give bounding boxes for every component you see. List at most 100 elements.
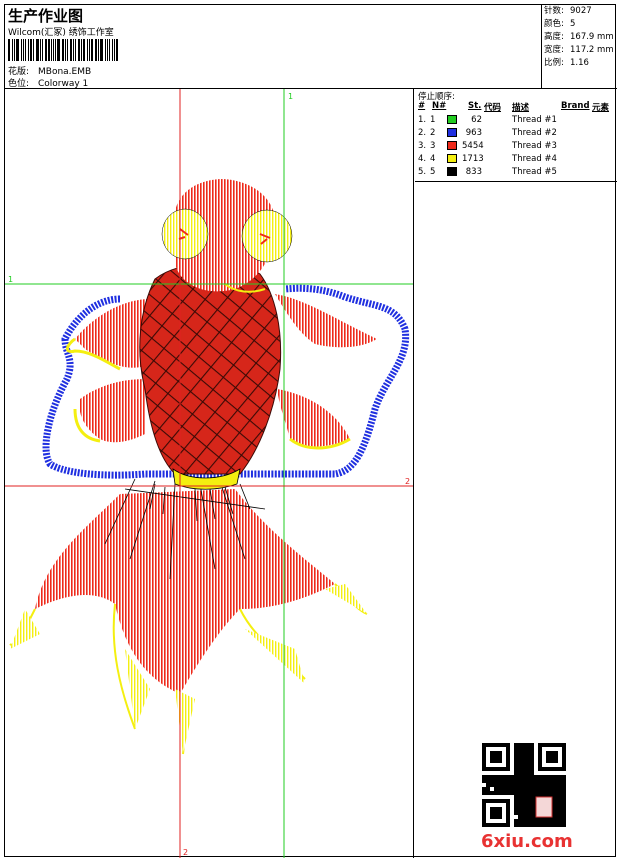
row-n: 1 — [430, 115, 436, 125]
qr-module — [534, 787, 538, 791]
qr-module — [490, 751, 494, 755]
qr-module — [518, 743, 522, 747]
barcode-bar — [99, 39, 103, 61]
qr-module — [486, 743, 490, 747]
stop-sequence-table: 停止顺序: # N# St. 代码 描述 Brand 元素 1. 1 62 Threa… — [415, 89, 617, 182]
qr-module — [498, 751, 502, 755]
col-code: 代码 — [484, 103, 502, 113]
qr-module — [526, 799, 530, 803]
row-n: 2 — [430, 128, 436, 138]
qr-module — [514, 759, 518, 763]
qr-module — [498, 779, 502, 783]
qr-module — [546, 759, 550, 763]
stat-label: 针数: — [544, 6, 564, 16]
qr-module — [494, 787, 498, 791]
stat-label: 颜色: — [544, 19, 564, 29]
qr-module — [542, 767, 546, 771]
qr-module — [506, 755, 510, 759]
qr-module — [502, 783, 506, 787]
col-desc: 描述 — [512, 103, 530, 113]
qr-module — [482, 755, 486, 759]
qr-module — [538, 763, 542, 767]
qr-module — [502, 823, 506, 827]
barcode-bar — [97, 39, 99, 61]
qr-module — [514, 799, 518, 803]
qr-module — [518, 783, 522, 787]
qr-module — [558, 791, 562, 795]
qr-module — [546, 783, 550, 787]
qr-module — [518, 755, 522, 759]
qr-module — [506, 767, 510, 771]
qr-module — [502, 743, 506, 747]
qr-module — [518, 791, 522, 795]
row-n: 3 — [430, 141, 436, 151]
qr-module — [562, 767, 566, 771]
qr-module — [554, 819, 558, 823]
qr-module — [502, 791, 506, 795]
row-description: Thread #3 — [512, 141, 557, 151]
qr-module — [522, 799, 526, 803]
row-description: Thread #5 — [512, 167, 557, 177]
stat-label: 宽度: — [544, 45, 564, 55]
qr-module — [530, 747, 534, 751]
qr-module — [558, 779, 562, 783]
barcode-bar — [87, 39, 89, 61]
qr-module — [498, 787, 502, 791]
qr-module — [482, 775, 486, 779]
qr-module — [502, 787, 506, 791]
qr-module — [542, 791, 546, 795]
stat-value: 1.16 — [570, 58, 589, 68]
qr-module — [506, 819, 510, 823]
barcode-bar — [114, 39, 116, 61]
stat-scale: 比例: 1.16 — [542, 57, 617, 70]
col-st: St. — [468, 101, 482, 111]
col-n: N# — [432, 101, 447, 111]
qr-module — [558, 787, 562, 791]
qr-module — [562, 743, 566, 747]
qr-module — [550, 823, 554, 827]
qr-module — [530, 751, 534, 755]
qr-module — [502, 779, 506, 783]
row-num: 5. — [418, 167, 427, 177]
qr-module — [526, 787, 530, 791]
qr-module — [530, 819, 534, 823]
qr-module — [550, 767, 554, 771]
barcode-bar — [95, 39, 97, 61]
table-header: # N# St. 代码 描述 Brand 元素 — [418, 101, 614, 113]
watermark-logo: 6xiu.com — [481, 831, 573, 852]
qr-module — [486, 787, 490, 791]
qr-module — [522, 779, 526, 783]
qr-module — [518, 819, 522, 823]
qr-module — [502, 775, 506, 779]
qr-module — [494, 743, 498, 747]
qr-module — [530, 823, 534, 827]
qr-module — [498, 811, 502, 815]
table-row: 1. 1 62 Thread #1 — [418, 115, 614, 128]
qr-module — [522, 775, 526, 779]
qr-module — [530, 763, 534, 767]
qr-module — [498, 791, 502, 795]
qr-module — [514, 823, 518, 827]
qr-module — [482, 743, 486, 747]
qr-module — [514, 779, 518, 783]
color-swatch — [447, 154, 457, 163]
qr-module — [518, 799, 522, 803]
barcode-bar — [69, 39, 72, 61]
qr-module — [558, 743, 562, 747]
qr-module — [510, 783, 514, 787]
seal-stamp — [535, 796, 553, 818]
barcode-bar — [57, 39, 61, 61]
qr-module — [546, 755, 550, 759]
qr-module — [482, 815, 486, 819]
qr-module — [562, 819, 566, 823]
qr-module — [558, 783, 562, 787]
barcode-bar — [25, 39, 27, 61]
qr-module — [526, 795, 530, 799]
qr-module — [530, 783, 534, 787]
qr-module — [554, 751, 558, 755]
qr-module — [498, 823, 502, 827]
qr-module — [518, 775, 522, 779]
barcode-bar — [36, 39, 39, 61]
qr-module — [522, 823, 526, 827]
qr-module — [506, 763, 510, 767]
